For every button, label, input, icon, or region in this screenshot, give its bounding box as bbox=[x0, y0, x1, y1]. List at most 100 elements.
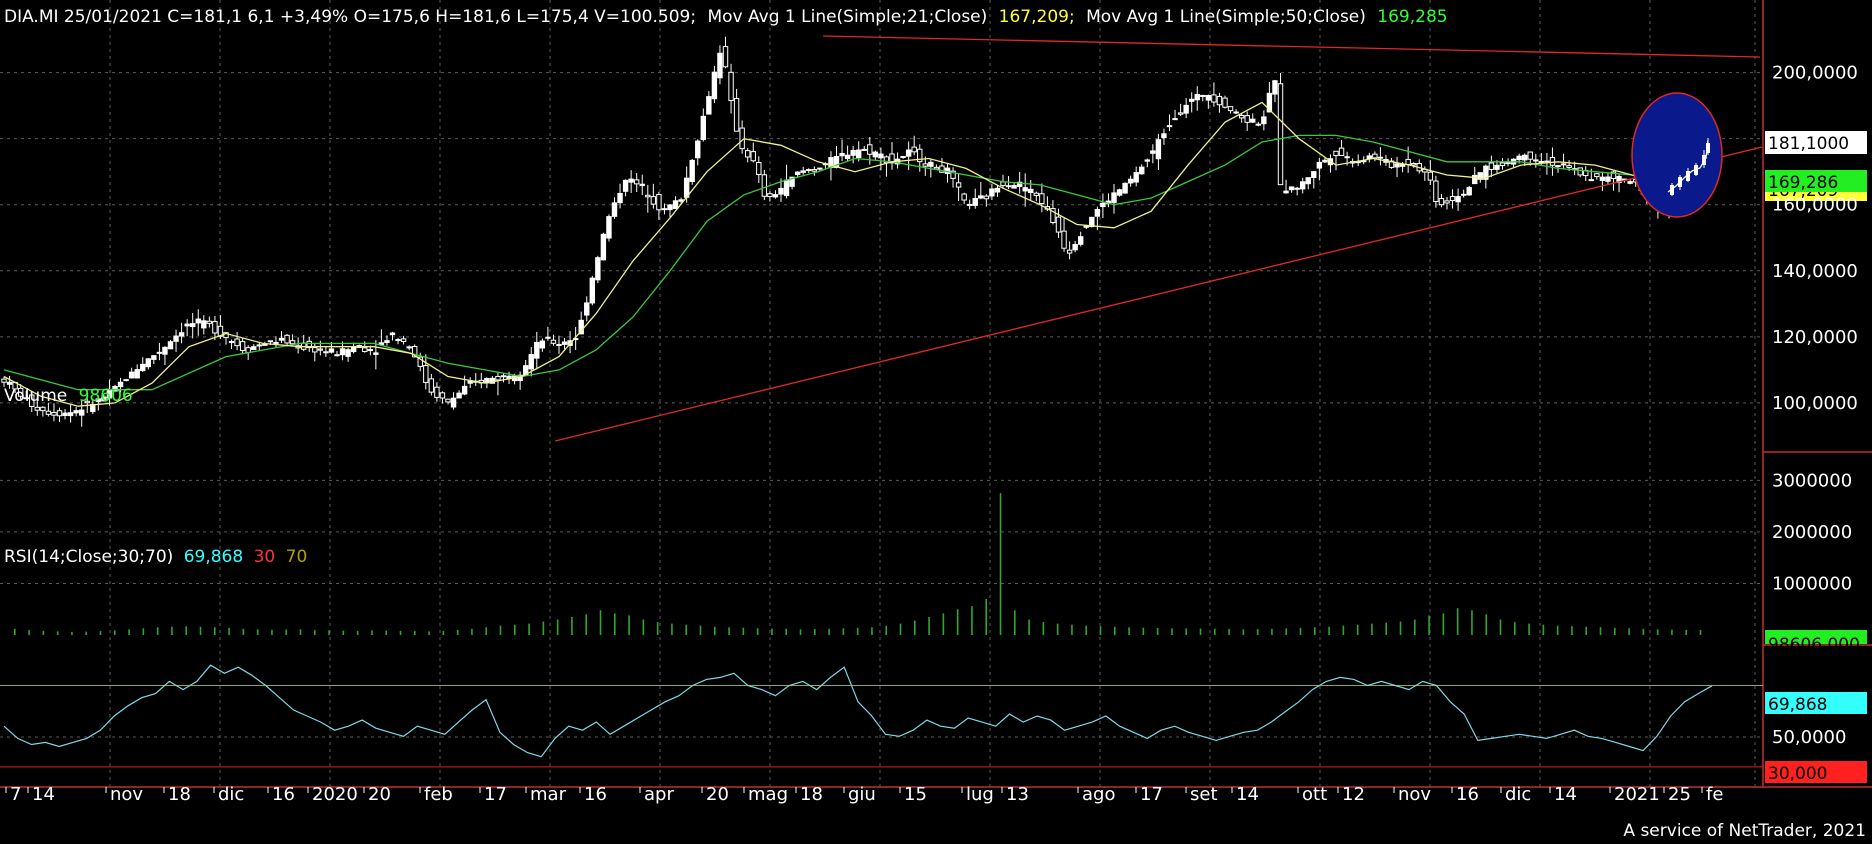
volume-bar bbox=[571, 616, 573, 635]
volume-bar bbox=[56, 631, 59, 635]
candle-body bbox=[1216, 95, 1223, 106]
candle-body bbox=[1372, 153, 1378, 159]
candle-body bbox=[1272, 80, 1278, 95]
candle-body bbox=[955, 182, 962, 188]
candle-body bbox=[495, 375, 501, 381]
volume-bar bbox=[199, 626, 202, 635]
candle-body bbox=[395, 338, 401, 341]
candle-body bbox=[6, 381, 13, 385]
candle-body bbox=[1538, 160, 1545, 163]
x-tick-label: feb bbox=[424, 784, 453, 805]
volume-bar bbox=[1114, 626, 1116, 635]
rsi-tag: 69,868 bbox=[1765, 692, 1867, 715]
candle-body bbox=[406, 346, 412, 349]
y-tick-label: 120,0000 bbox=[1772, 327, 1858, 348]
candle-body bbox=[140, 363, 146, 372]
candle-body bbox=[1100, 202, 1106, 208]
candle-body bbox=[1702, 155, 1706, 165]
x-tick-label: 17 bbox=[484, 784, 507, 805]
candle-body bbox=[634, 179, 640, 185]
volume-bar bbox=[71, 631, 73, 635]
candle-body bbox=[611, 202, 618, 217]
candle-body bbox=[251, 346, 257, 350]
candle-body bbox=[1438, 198, 1445, 206]
x-tick-label: 18 bbox=[800, 784, 823, 805]
candle-body bbox=[1255, 123, 1261, 126]
rsi-low-tag-text: 30,000 bbox=[1768, 764, 1827, 784]
x-tick-label: 18 bbox=[168, 784, 191, 805]
chart-canvas[interactable]: DIA.MI 25/01/2021 C=181,1 6,1 +3,49% O=1… bbox=[0, 0, 1872, 844]
x-tick-label: 12 bbox=[1342, 784, 1365, 805]
candle-body bbox=[844, 154, 851, 160]
candle-body bbox=[1427, 171, 1434, 181]
candle-body bbox=[617, 192, 623, 204]
candle-body bbox=[1039, 193, 1045, 205]
candle-body bbox=[234, 338, 240, 347]
candle-body bbox=[128, 371, 135, 379]
volume-bar bbox=[1256, 629, 1259, 635]
volume-bar bbox=[1399, 621, 1402, 635]
candle-body bbox=[872, 151, 879, 158]
candle-body bbox=[905, 149, 912, 157]
volume-bar bbox=[342, 630, 345, 635]
volume-bar bbox=[271, 629, 273, 635]
candle-body bbox=[201, 320, 207, 329]
x-tick-label: 16 bbox=[1456, 784, 1479, 805]
volume-bar bbox=[699, 625, 702, 635]
volume-bar bbox=[771, 628, 773, 635]
candle-body bbox=[461, 385, 468, 395]
candle-body bbox=[51, 412, 57, 416]
x-tick-label: 14 bbox=[1554, 784, 1577, 805]
volume-bar bbox=[956, 609, 959, 635]
candle-body bbox=[639, 183, 645, 187]
candle-body bbox=[1122, 182, 1128, 194]
candle-body bbox=[656, 193, 662, 211]
candle-body bbox=[600, 233, 607, 261]
candle-body bbox=[145, 358, 152, 368]
volume-bar bbox=[1142, 627, 1145, 635]
candle-body bbox=[1144, 159, 1150, 162]
volume-bar bbox=[1556, 625, 1559, 635]
candle-body bbox=[1078, 236, 1084, 245]
volume-bar bbox=[742, 627, 745, 635]
candle-body bbox=[678, 199, 684, 202]
candle-body bbox=[589, 277, 595, 304]
candle-body bbox=[1288, 186, 1295, 191]
x-tick-label: mag bbox=[748, 784, 788, 805]
volume-bar bbox=[1585, 626, 1588, 635]
candle-body bbox=[1283, 190, 1289, 194]
candle-body bbox=[983, 195, 990, 200]
candle-body bbox=[345, 349, 351, 357]
candle-body bbox=[645, 194, 651, 198]
candle-body bbox=[772, 194, 779, 198]
candle-body bbox=[1233, 111, 1239, 114]
candle-body bbox=[556, 344, 562, 347]
volume-bar bbox=[242, 628, 245, 635]
candle-body bbox=[500, 375, 507, 378]
y-tick-label: 140,0000 bbox=[1772, 261, 1858, 282]
x-tick-label: apr bbox=[644, 784, 674, 805]
candle-body bbox=[783, 179, 790, 197]
volume-bar bbox=[499, 625, 502, 635]
volume-bar bbox=[1356, 624, 1359, 635]
candle-body bbox=[922, 163, 928, 167]
candle-body bbox=[339, 348, 346, 356]
candle-body bbox=[1250, 118, 1256, 123]
candle-body bbox=[1627, 181, 1633, 184]
candle-body bbox=[900, 155, 906, 158]
candle-body bbox=[239, 341, 246, 352]
volume-bar bbox=[642, 619, 645, 635]
volume-bar bbox=[1571, 626, 1573, 635]
volume-bar bbox=[1156, 628, 1159, 635]
candle-body bbox=[1150, 150, 1156, 154]
candle-body bbox=[1083, 225, 1089, 228]
volume-bar bbox=[414, 631, 416, 635]
candle-body bbox=[173, 335, 179, 342]
candle-body bbox=[1194, 93, 1200, 101]
volume-bar bbox=[1628, 628, 1630, 635]
candle-body bbox=[1344, 156, 1350, 159]
candle-body bbox=[323, 351, 329, 354]
volume-bar bbox=[1371, 623, 1373, 635]
candle-body bbox=[1577, 167, 1583, 176]
volume-bar bbox=[1514, 622, 1516, 635]
